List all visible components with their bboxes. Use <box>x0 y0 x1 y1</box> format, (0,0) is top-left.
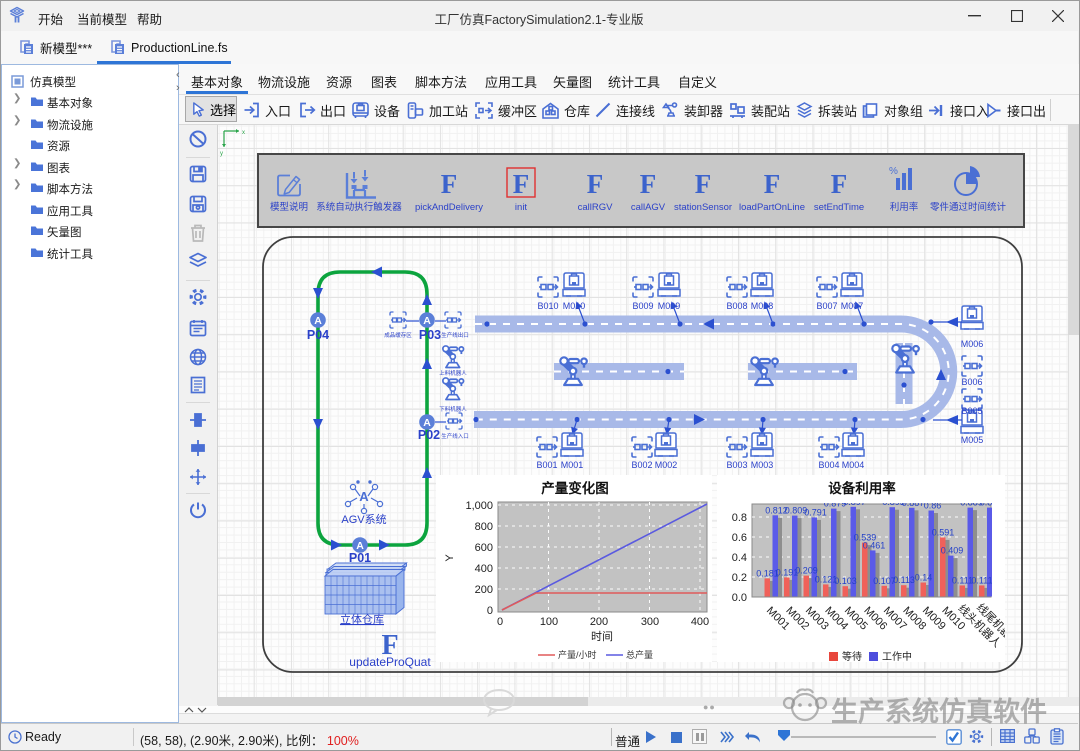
svg-text:callAGV: callAGV <box>631 202 666 213</box>
svg-text:F: F <box>831 169 848 199</box>
svg-text:0.8: 0.8 <box>732 512 747 524</box>
svg-text:B002: B002 <box>631 460 652 470</box>
svg-text:时间: 时间 <box>591 630 613 643</box>
svg-text:M006: M006 <box>961 339 984 349</box>
svg-text:B005: B005 <box>961 406 982 416</box>
svg-text:总产量: 总产量 <box>626 649 653 660</box>
svg-text:M010: M010 <box>563 301 586 311</box>
svg-text:AGV系统: AGV系统 <box>341 513 386 526</box>
svg-text:0.791: 0.791 <box>804 507 827 517</box>
svg-text:立体仓库: 立体仓库 <box>340 612 384 626</box>
svg-text:等待: 等待 <box>842 650 862 663</box>
svg-text:设备利用率: 设备利用率 <box>828 480 896 496</box>
svg-text:上料机器人: 上料机器人 <box>439 369 467 377</box>
svg-text:下料机器人: 下料机器人 <box>439 405 467 413</box>
svg-text:B007: B007 <box>816 301 837 311</box>
svg-text:M008: M008 <box>751 301 774 311</box>
svg-text:200: 200 <box>475 584 493 596</box>
svg-text:M003: M003 <box>751 460 774 470</box>
svg-text:400: 400 <box>475 563 493 575</box>
svg-text:F: F <box>764 169 781 199</box>
svg-text:P03: P03 <box>419 328 441 342</box>
svg-text:M001: M001 <box>561 460 584 470</box>
svg-text:工作中: 工作中 <box>882 650 912 663</box>
svg-text:P04: P04 <box>307 328 329 342</box>
svg-text:Y: Y <box>444 554 456 562</box>
svg-text:生产线出口: 生产线出口 <box>441 331 469 339</box>
svg-text:setEndTime: setEndTime <box>814 202 864 213</box>
svg-text:0.113: 0.113 <box>893 575 915 585</box>
svg-text:200: 200 <box>590 616 608 628</box>
svg-text:600: 600 <box>475 542 493 554</box>
svg-text:M009: M009 <box>658 301 681 311</box>
svg-text:产量变化图: 产量变化图 <box>541 480 609 496</box>
svg-text:400: 400 <box>691 616 709 628</box>
svg-text:updateProQuat: updateProQuat <box>349 655 431 669</box>
svg-text:%: % <box>889 166 898 177</box>
svg-text:init: init <box>515 202 528 213</box>
svg-text:0.14: 0.14 <box>915 573 933 583</box>
svg-text:模型说明: 模型说明 <box>270 201 308 213</box>
svg-text:B006: B006 <box>961 377 982 387</box>
svg-text:M004: M004 <box>842 460 865 470</box>
svg-text:A: A <box>359 489 369 504</box>
svg-text:stationSensor: stationSensor <box>674 202 732 213</box>
svg-text:成品缓存区: 成品缓存区 <box>384 331 412 339</box>
svg-text:x: x <box>242 130 245 136</box>
svg-text:B003: B003 <box>726 460 747 470</box>
svg-text:A: A <box>314 315 322 327</box>
svg-text:100: 100 <box>540 616 558 628</box>
svg-text:800: 800 <box>475 521 493 533</box>
svg-text:零件通过时间统计: 零件通过时间统计 <box>930 201 1007 213</box>
svg-text:F: F <box>513 169 530 199</box>
svg-text:0.2: 0.2 <box>732 572 747 584</box>
svg-text:0: 0 <box>497 616 503 628</box>
svg-text:0.111: 0.111 <box>952 575 973 585</box>
svg-text:B004: B004 <box>818 460 839 470</box>
svg-text:B008: B008 <box>726 301 747 311</box>
svg-text:P02: P02 <box>418 428 440 442</box>
svg-text:F: F <box>640 169 657 199</box>
svg-text:B010: B010 <box>537 301 558 311</box>
svg-text:0.591: 0.591 <box>932 527 955 537</box>
svg-text:系统自动执行触发器: 系统自动执行触发器 <box>316 201 402 213</box>
svg-text:M005: M005 <box>961 435 984 445</box>
svg-text:利用率: 利用率 <box>890 201 919 213</box>
svg-text:F: F <box>695 169 712 199</box>
svg-text:产量/小时: 产量/小时 <box>558 649 597 660</box>
svg-text:生产线入口: 生产线入口 <box>441 432 469 440</box>
svg-text:0.0: 0.0 <box>732 592 747 604</box>
svg-text:0.6: 0.6 <box>732 532 747 544</box>
svg-text:F: F <box>587 169 604 199</box>
svg-text:300: 300 <box>641 616 659 628</box>
svg-text:0.409: 0.409 <box>941 546 964 556</box>
svg-text:0.4: 0.4 <box>732 552 747 564</box>
svg-text:0: 0 <box>487 605 493 617</box>
svg-text:B009: B009 <box>632 301 653 311</box>
svg-text:0.461: 0.461 <box>863 540 886 550</box>
svg-text:callRGV: callRGV <box>578 202 614 213</box>
svg-text:y: y <box>220 151 223 157</box>
svg-text:0.103: 0.103 <box>834 576 857 586</box>
svg-text:A: A <box>423 315 431 327</box>
svg-text:0.111: 0.111 <box>971 575 992 585</box>
svg-text:loadPartOnLine: loadPartOnLine <box>739 202 805 213</box>
svg-text:pickAndDelivery: pickAndDelivery <box>415 202 483 213</box>
svg-text:B001: B001 <box>536 460 557 470</box>
svg-text:M002: M002 <box>655 460 678 470</box>
svg-text:1,000: 1,000 <box>465 500 493 512</box>
svg-text:F: F <box>441 169 458 199</box>
svg-text:M007: M007 <box>841 301 864 311</box>
